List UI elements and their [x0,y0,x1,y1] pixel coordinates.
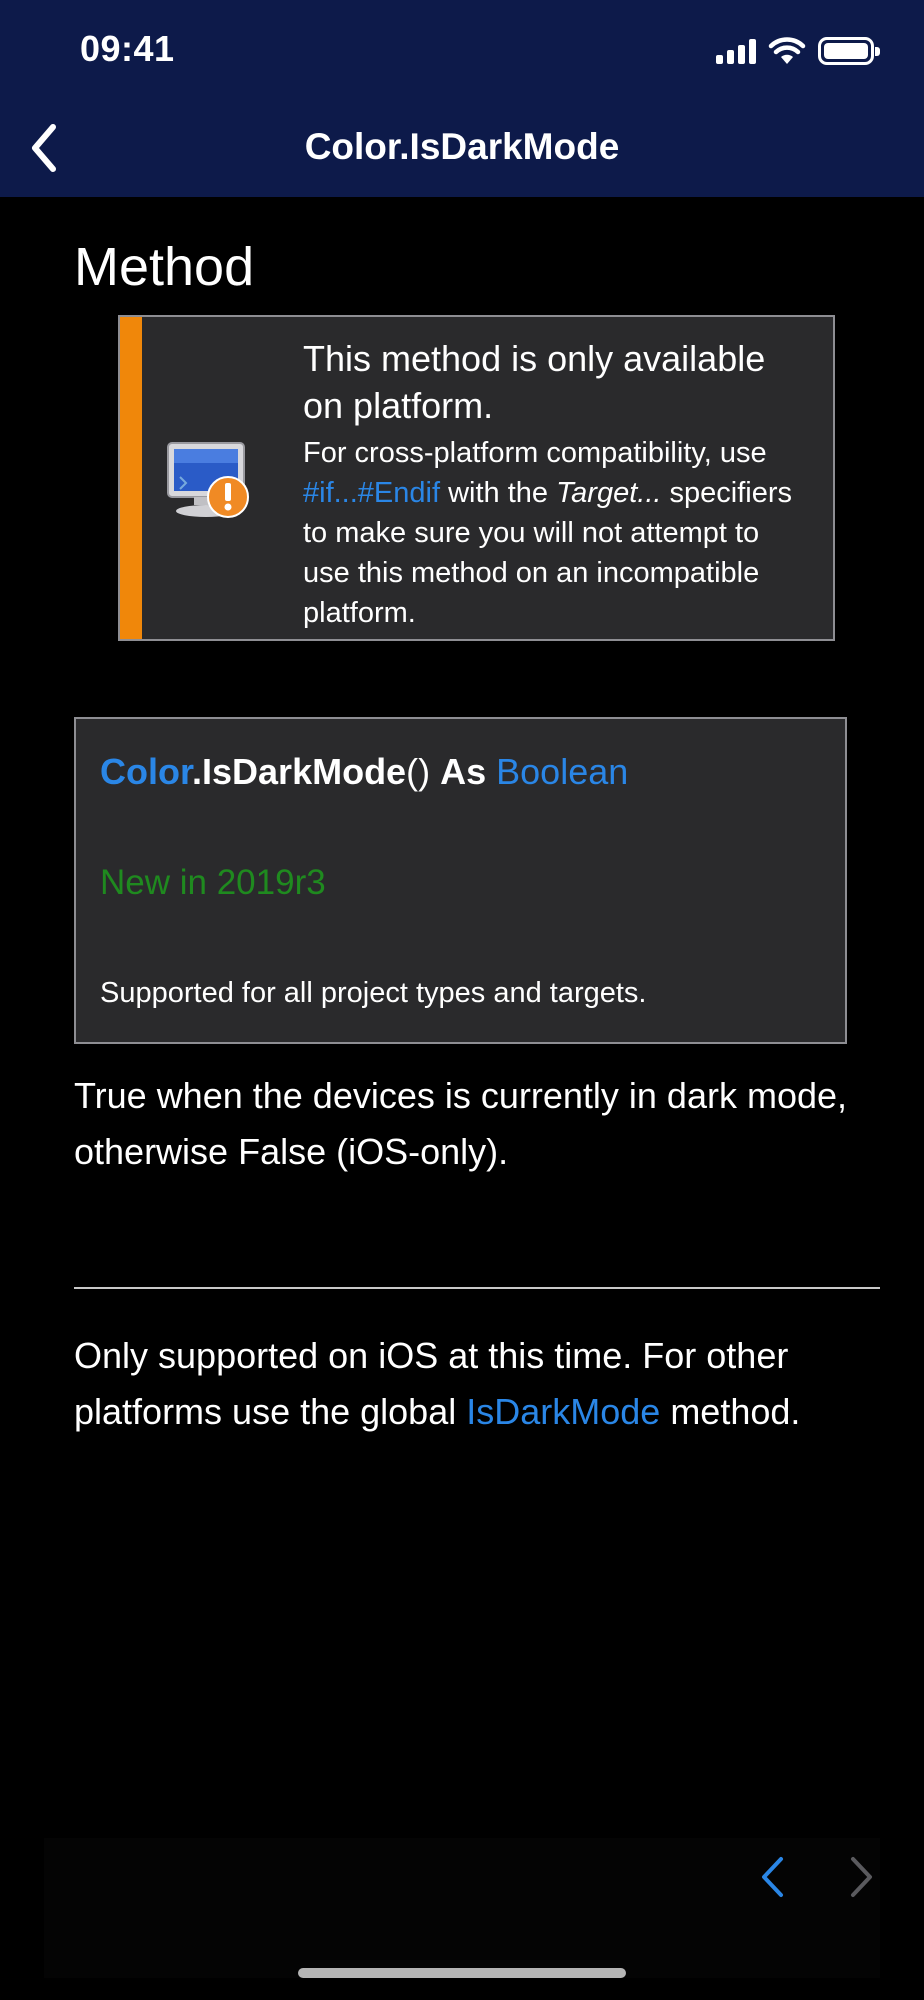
notice-body-prefix: For cross-platform compatibility, use [303,437,767,469]
status-time: 09:41 [80,28,175,69]
wifi-icon [768,37,806,64]
support-label: Supported for all project types and targ… [100,977,647,1009]
monitor-warning-icon [164,437,254,527]
platform-note: Only supported on iOS at this time. For … [74,1328,884,1440]
nav-title: Color.IsDarkMode [304,126,620,167]
notice-body-mid: with the [448,477,549,509]
next-page-button[interactable] [837,1852,887,1902]
platform-notice: This method is only available on platfor… [118,315,835,641]
class-name-link[interactable]: Color [100,751,192,792]
status-icons [716,34,880,68]
home-indicator[interactable] [298,1968,626,1978]
notice-headline: This method is only available on platfor… [303,338,766,426]
conditional-compile-link[interactable]: #if...#Endif [303,477,440,509]
method-name: .IsDarkMode [192,751,407,792]
next-page-icon [851,1857,872,1897]
previous-page-button[interactable] [747,1852,797,1902]
notice-body: For cross-platform compatibility, use #i… [303,433,813,633]
cellular-signal-icon [716,38,756,64]
note-suffix: method. [670,1391,801,1432]
as-keyword: As [440,751,487,792]
prev-page-icon [762,1857,783,1897]
notice-target-text: Target... [556,477,662,509]
method-signature-box: Color.IsDarkMode() As Boolean New in 201… [74,717,847,1044]
notice-accent-stripe [120,317,142,639]
method-signature: Color.IsDarkMode() As Boolean [100,751,628,793]
method-description: True when the devices is currently in da… [74,1075,848,1172]
return-type-link[interactable]: Boolean [496,751,628,792]
version-label: New in 2019r3 [100,863,326,902]
section-title: Method [74,237,255,297]
navigation-bar: 09:41 Color.IsDarkMode [0,0,924,197]
battery-icon [818,37,880,65]
isdarkmode-link[interactable]: IsDarkMode [466,1391,660,1432]
divider [74,1287,880,1289]
method-parens: () [406,751,431,792]
